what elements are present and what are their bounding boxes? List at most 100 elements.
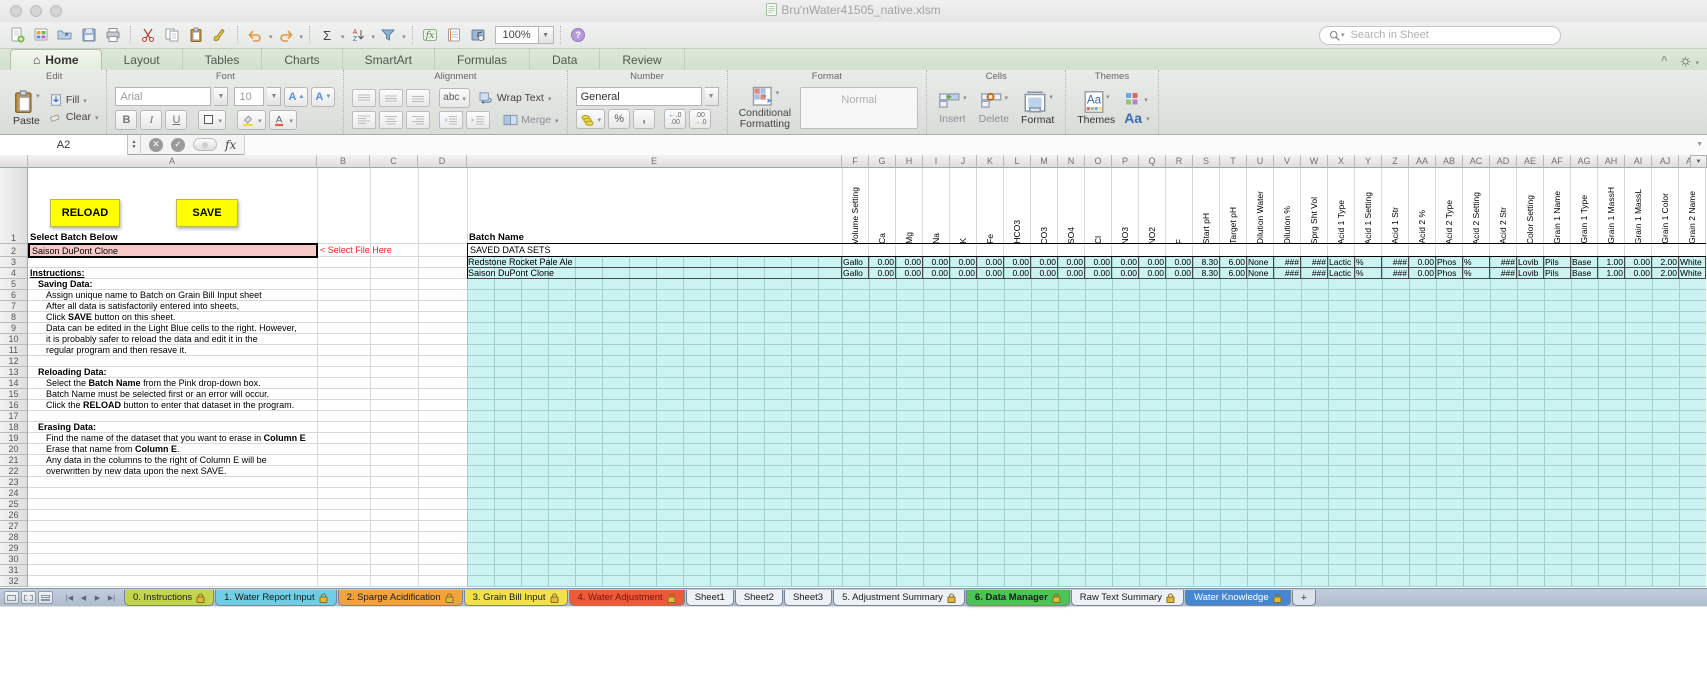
cell-V1[interactable]: Dilution % [1274,168,1301,244]
formula-bar-expand-icon[interactable]: ▼ [1696,141,1703,148]
cell-AA1[interactable]: Acid 2 % [1409,168,1436,244]
ribbon-tab-formulas[interactable]: Formulas [435,49,531,70]
paste-icon[interactable] [185,24,207,46]
zoom-caret-icon[interactable]: ▼ [538,26,554,44]
cell-I4[interactable]: 0.00 [923,268,950,279]
cell-W4[interactable]: ### [1301,268,1328,279]
align-top-icon[interactable] [352,88,377,107]
delete-cells-button[interactable]: Delete [976,91,1012,125]
row-header-21[interactable]: 21 [0,455,28,466]
cell-Y1[interactable]: Acid 1 Setting [1355,168,1382,244]
font-size-combo[interactable]: 10 [234,87,265,106]
cell-A7[interactable]: After all data is satisfactorily entered… [46,301,239,312]
column-header-F[interactable]: F [842,155,869,168]
grow-font-button[interactable]: A ▲ [284,86,309,107]
align-center-icon[interactable] [379,110,404,129]
number-format-combo[interactable]: General [575,87,702,106]
sheet-tab-1-water-report-input[interactable]: 1. Water Report Input [215,590,337,606]
cell-J4[interactable]: 0.00 [950,268,977,279]
reference-tools-icon[interactable] [443,24,465,46]
column-header-N[interactable]: N [1058,155,1085,168]
cell-K4[interactable]: 0.00 [977,268,1004,279]
cell-Y4[interactable]: % [1355,268,1382,279]
cell-X4[interactable]: Lactic [1328,268,1355,279]
column-header-Z[interactable]: Z [1382,155,1409,168]
row-header-19[interactable]: 19 [0,433,28,444]
align-bottom-icon[interactable] [406,88,431,107]
column-header-A[interactable]: A [28,155,317,168]
row-header-24[interactable]: 24 [0,488,28,499]
cell-X3[interactable]: Lactic [1328,257,1355,268]
cell-AE3[interactable]: Lovib [1517,257,1544,268]
column-header-O[interactable]: O [1085,155,1112,168]
cell-A14[interactable]: Select the Batch Name from the Pink drop… [46,378,261,389]
cell-AI1[interactable]: Grain 1 MassL [1625,168,1652,244]
ribbon-tab-layout[interactable]: Layout [102,49,183,70]
cell-AG4[interactable]: Base [1571,268,1598,279]
cell-AA4[interactable]: 0.00 [1409,268,1436,279]
column-header-L[interactable]: L [1004,155,1031,168]
cell-AI3[interactable]: 0.00 [1625,257,1652,268]
formula-builder-icon[interactable]: fx [419,24,441,46]
undo-icon[interactable] [244,24,266,46]
media-browser-icon[interactable] [467,24,489,46]
cell-U3[interactable]: None [1247,257,1274,268]
align-middle-icon[interactable] [379,88,404,107]
cell-Q1[interactable]: NO2 [1139,168,1166,244]
cell-AF3[interactable]: Pils [1544,257,1571,268]
align-right-icon[interactable] [406,110,431,129]
open-file-icon[interactable] [54,24,76,46]
cell-M4[interactable]: 0.00 [1031,268,1058,279]
column-header-M[interactable]: M [1031,155,1058,168]
row-header-25[interactable]: 25 [0,499,28,510]
ribbon-tab-review[interactable]: Review [600,49,685,70]
cell-H4[interactable]: 0.00 [896,268,923,279]
cell-J1[interactable]: K [950,168,977,244]
cell-W3[interactable]: ### [1301,257,1328,268]
cell-Y3[interactable]: % [1355,257,1382,268]
align-left-icon[interactable] [352,110,377,129]
cell-AB4[interactable]: Phos [1436,268,1463,279]
cell-P1[interactable]: NO3 [1112,168,1139,244]
row-header-3[interactable]: 3 [0,257,28,268]
bold-button[interactable]: B [115,109,138,130]
copy-icon[interactable] [161,24,183,46]
cell-R3[interactable]: 0.00 [1166,257,1193,268]
cell-AD1[interactable]: Acid 2 Str [1490,168,1517,244]
column-header-G[interactable]: G [869,155,896,168]
row-header-1[interactable]: 1 [0,168,28,244]
column-header-W[interactable]: W [1301,155,1328,168]
merge-button[interactable]: Merge [503,114,558,126]
cell-N3[interactable]: 0.00 [1058,257,1085,268]
clear-button[interactable]: Clear [49,110,99,124]
cell-K1[interactable]: Fe [977,168,1004,244]
cell-Z1[interactable]: Acid 1 Str [1382,168,1409,244]
cell-B2[interactable]: < Select File Here [320,245,480,256]
text-orientation-button[interactable]: abc [439,87,470,108]
cell-J3[interactable]: 0.00 [950,257,977,268]
row-header-17[interactable]: 17 [0,411,28,422]
sheet-tab-6-data-manager[interactable]: 6. Data Manager [965,590,1070,606]
cell-I3[interactable]: 0.00 [923,257,950,268]
cell-AE1[interactable]: Color Setting [1517,168,1544,244]
spreadsheet-grid[interactable]: Volume Setting Ca Mg Na K Fe HCO3 CO3 SO4 Cl NO3 NO… [0,155,1707,588]
column-header-AI[interactable]: AI [1625,155,1652,168]
cell-T4[interactable]: 6.00 [1220,268,1247,279]
redo-icon[interactable] [275,24,297,46]
font-family-combo[interactable]: Arial [115,87,212,106]
column-header-AJ[interactable]: AJ [1652,155,1679,168]
cell-E4[interactable]: Saison DuPont Clone [467,268,842,279]
sheet-tab-sheet1[interactable]: Sheet1 [685,590,734,606]
cell-AB3[interactable]: Phos [1436,257,1463,268]
increase-indent-icon[interactable] [466,110,491,129]
sheet-tab-sheet3[interactable]: Sheet3 [783,590,833,606]
cell-A5[interactable]: Saving Data: [38,279,93,290]
cell-M3[interactable]: 0.00 [1031,257,1058,268]
cell-R1[interactable]: F [1166,168,1193,244]
cell-AI4[interactable]: 0.00 [1625,268,1652,279]
decrease-decimal-button[interactable]: ←.0.00 [664,109,687,129]
column-header-P[interactable]: P [1112,155,1139,168]
saved-data-region[interactable] [467,257,1706,587]
cell-Q3[interactable]: 0.00 [1139,257,1166,268]
accept-icon[interactable]: ✓ [171,137,185,152]
